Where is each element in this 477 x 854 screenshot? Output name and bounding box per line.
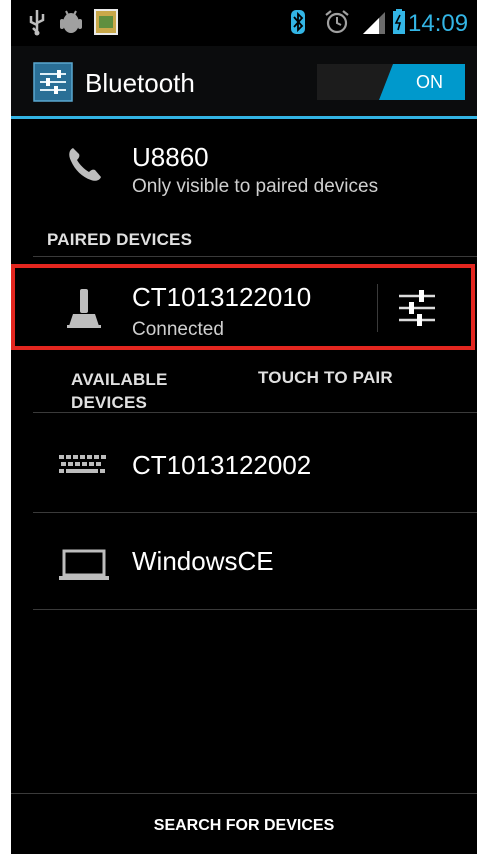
battery-icon [391, 8, 407, 41]
touch-to-pair-hint: TOUCH TO PAIR [258, 368, 393, 387]
bluetooth-toggle[interactable]: ON [317, 64, 465, 100]
phone-handset-icon [65, 144, 105, 189]
app-notification-icon [93, 8, 119, 41]
toggle-label: ON [416, 72, 443, 92]
available-device-name: WindowsCE [132, 546, 274, 576]
available-device-row[interactable]: WindowsCE [11, 514, 477, 610]
phone-screen: 14:09 Bluetooth ON U8860 Only visible to… [11, 0, 477, 854]
row-divider [33, 512, 477, 513]
bluetooth-icon [289, 8, 307, 41]
page-title: Bluetooth [85, 68, 195, 98]
action-bar: Bluetooth ON [11, 46, 477, 118]
action-bar-divider [11, 116, 477, 119]
available-device-name: CT1013122002 [132, 450, 312, 480]
highlight-annotation [11, 264, 475, 350]
this-device-visibility: Only visible to paired devices [132, 176, 379, 197]
android-debug-icon [57, 8, 85, 41]
signal-icon [361, 8, 387, 41]
paired-devices-header: PAIRED DEVICES [47, 230, 193, 249]
laptop-icon [57, 548, 111, 587]
alarm-icon [323, 8, 351, 41]
bottom-bar: SEARCH FOR DEVICES [11, 793, 477, 854]
status-bar: 14:09 [11, 0, 477, 46]
settings-sliders-app-icon[interactable] [33, 62, 73, 102]
this-device-row[interactable]: U8860 Only visible to paired devices [11, 122, 477, 222]
usb-icon [27, 8, 47, 41]
clock: 14:09 [408, 10, 469, 37]
keyboard-icon [57, 452, 107, 485]
paired-header-divider [33, 256, 477, 257]
available-device-row[interactable]: CT1013122002 [11, 416, 477, 512]
row-divider [33, 609, 477, 610]
available-devices-header: AVAILABLE DEVICES [71, 370, 168, 412]
available-header-divider [33, 412, 477, 413]
search-for-devices-button[interactable]: SEARCH FOR DEVICES [11, 794, 477, 854]
this-device-name: U8860 [132, 142, 209, 172]
